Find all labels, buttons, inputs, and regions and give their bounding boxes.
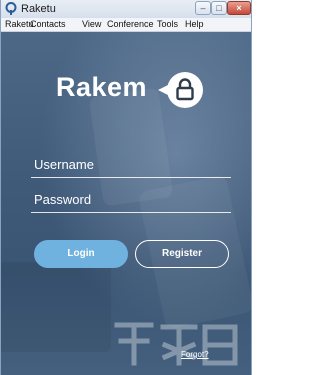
- register-button[interactable]: Register: [135, 240, 229, 268]
- watermark-logo: [114, 322, 238, 366]
- close-icon: ×: [236, 3, 242, 13]
- username-field: [31, 153, 231, 178]
- forgot-password-link[interactable]: Forgot?: [181, 350, 209, 359]
- minimize-button[interactable]: –: [195, 1, 211, 15]
- app-window: Raketu – □ × Raketu Contacts View Confer…: [0, 0, 252, 375]
- menu-contacts[interactable]: Contacts: [30, 19, 66, 29]
- close-button[interactable]: ×: [227, 1, 251, 15]
- brand-logo-text: Rakem: [56, 72, 148, 102]
- login-panel: Rakem Login Register Forgot?: [1, 32, 251, 375]
- password-input[interactable]: [31, 188, 231, 210]
- login-button[interactable]: Login: [34, 240, 128, 268]
- background-shape: [1, 262, 111, 352]
- window-title: Raketu: [21, 3, 56, 15]
- lock-icon: [176, 78, 194, 101]
- maximize-icon: □: [216, 3, 222, 13]
- menu-bar: Raketu Contacts View Conference Tools He…: [1, 18, 251, 32]
- lock-badge: [158, 72, 203, 108]
- raketu-app-icon: [5, 2, 17, 15]
- minimize-icon: –: [200, 3, 206, 13]
- menu-tools[interactable]: Tools: [157, 19, 178, 29]
- title-bar[interactable]: Raketu – □ ×: [1, 0, 251, 18]
- menu-help[interactable]: Help: [185, 19, 204, 29]
- maximize-button[interactable]: □: [211, 1, 227, 15]
- menu-conference[interactable]: Conference: [107, 19, 154, 29]
- menu-view[interactable]: View: [82, 19, 101, 29]
- username-input[interactable]: [31, 153, 231, 175]
- password-field: [31, 188, 231, 213]
